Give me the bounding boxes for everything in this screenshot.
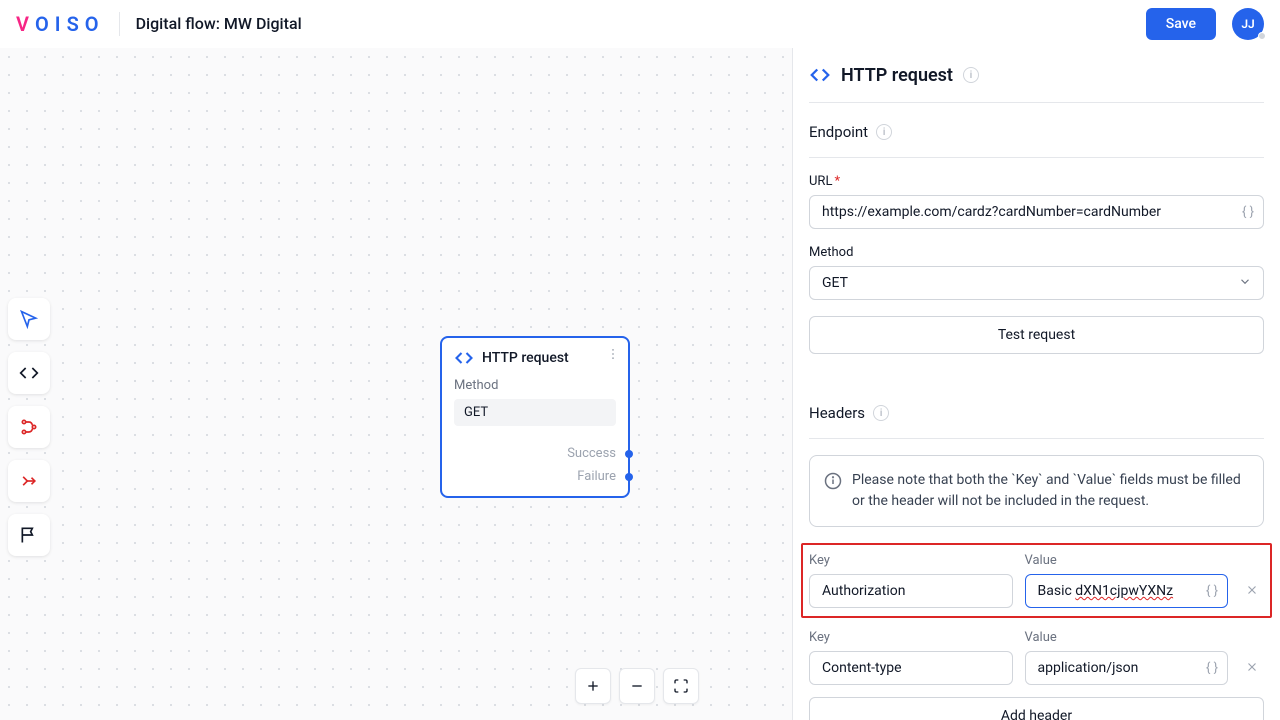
http-request-node[interactable]: HTTP request Method GET Success Failure [440, 336, 630, 498]
avatar-initials: JJ [1241, 17, 1254, 31]
method-select[interactable]: GET [809, 266, 1264, 300]
app-header: VOISO Digital flow: MW Digital Save JJ [0, 0, 1280, 48]
redirect-tool[interactable] [8, 460, 50, 502]
info-icon[interactable]: i [873, 405, 889, 421]
code-icon [454, 348, 474, 368]
code-icon [809, 64, 831, 86]
page-title: Digital flow: MW Digital [136, 14, 302, 33]
endpoint-title: Endpoint [809, 123, 868, 141]
braces-icon[interactable]: { } [1206, 584, 1218, 599]
avatar[interactable]: JJ [1232, 8, 1264, 40]
headers-title: Headers [809, 404, 865, 422]
canvas-toolbar [8, 298, 64, 564]
url-label: URL* [809, 174, 1264, 189]
panel-header: HTTP request i [809, 64, 1264, 103]
node-port-failure[interactable] [625, 473, 633, 481]
endpoint-section: Endpoint i URL* { } Method GET [809, 103, 1264, 354]
node-port-success[interactable] [625, 450, 633, 458]
header-key-input[interactable] [809, 651, 1013, 685]
branch-tool[interactable] [8, 406, 50, 448]
header-value-input[interactable]: Basic dXN1cjpwYXNz [1025, 574, 1229, 608]
avatar-status [1258, 32, 1266, 40]
headers-notice: Please note that both the `Key` and `Val… [809, 455, 1264, 527]
zoom-controls [575, 668, 699, 704]
value-label: Value [1025, 630, 1229, 645]
fit-screen-button[interactable] [663, 668, 699, 704]
add-header-button[interactable]: Add header [809, 697, 1264, 720]
remove-header-button[interactable] [1240, 655, 1264, 679]
node-outputs: Success Failure [442, 438, 628, 496]
braces-icon[interactable]: { } [1242, 205, 1254, 220]
node-output-failure: Failure [454, 469, 616, 484]
cursor-tool[interactable] [8, 298, 50, 340]
value-label: Value [1025, 553, 1229, 568]
flow-canvas[interactable]: HTTP request Method GET Success Failure [0, 48, 792, 720]
node-body: Method GET [442, 378, 628, 438]
panel-title: HTTP request [841, 65, 953, 86]
logo: VOISO [16, 12, 103, 36]
zoom-in-button[interactable] [575, 668, 611, 704]
header-key-input[interactable] [809, 574, 1013, 608]
remove-header-button[interactable] [1240, 578, 1264, 602]
test-request-button[interactable]: Test request [809, 316, 1264, 354]
properties-panel: HTTP request i Endpoint i URL* { } [792, 48, 1280, 720]
node-title: HTTP request [482, 350, 569, 366]
save-button[interactable]: Save [1146, 8, 1216, 40]
key-label: Key [809, 553, 1013, 568]
info-icon[interactable]: i [963, 67, 979, 83]
notice-text: Please note that both the `Key` and `Val… [852, 470, 1249, 512]
header-row-1: Key Value Basic dXN1cjpwYXNz { } [801, 543, 1272, 618]
node-method-label: Method [454, 378, 616, 393]
flag-tool[interactable] [8, 514, 50, 556]
output-success-label: Success [567, 446, 616, 461]
zoom-out-button[interactable] [619, 668, 655, 704]
method-label: Method [809, 245, 1264, 260]
header-row-2: Key Value { } [809, 630, 1264, 685]
headers-section: Headers i Please note that both the `Key… [809, 384, 1264, 720]
header-value-input[interactable] [1025, 651, 1229, 685]
key-label: Key [809, 630, 1013, 645]
node-menu-icon[interactable] [606, 346, 620, 365]
output-failure-label: Failure [577, 469, 616, 484]
node-output-success: Success [454, 446, 616, 461]
info-icon [824, 472, 842, 490]
node-header: HTTP request [442, 338, 628, 378]
divider [119, 12, 120, 36]
braces-icon[interactable]: { } [1206, 661, 1218, 676]
url-input[interactable] [809, 195, 1264, 229]
code-tool[interactable] [8, 352, 50, 394]
info-icon[interactable]: i [876, 124, 892, 140]
node-method-value: GET [454, 399, 616, 426]
